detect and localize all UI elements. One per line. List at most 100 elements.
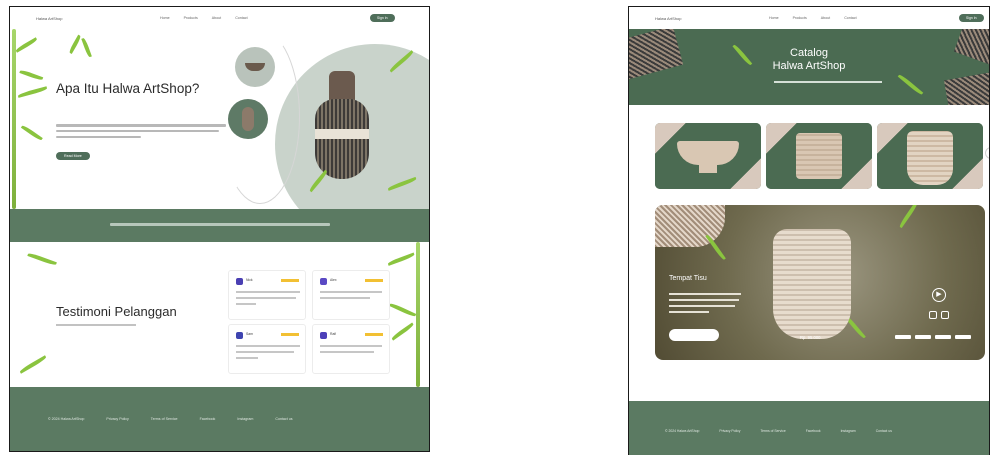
avatar	[236, 278, 243, 285]
footer-links: © 2024 Halwa ArtShop Privacy Policy Term…	[48, 417, 293, 421]
testimonial-card: Sam	[228, 324, 306, 374]
tagline-text	[110, 223, 330, 226]
navbar: Halwa ArtShop Home Products About Contac…	[10, 7, 429, 29]
sign-in-button[interactable]: Sign In	[959, 14, 984, 22]
bamboo-leaf-image	[898, 205, 919, 229]
hero-title: Apa Itu Halwa ArtShop?	[56, 81, 200, 96]
variant-option[interactable]	[915, 335, 931, 339]
social-icon[interactable]	[941, 311, 949, 319]
footer-copyright: © 2024 Halwa ArtShop	[48, 417, 85, 421]
footer-link-instagram[interactable]: Instagram	[841, 429, 856, 433]
nav-link-products[interactable]: Products	[184, 16, 198, 20]
read-more-button[interactable]: Read More	[56, 152, 90, 160]
product-card-basket[interactable]	[877, 123, 983, 189]
hero-section: Apa Itu Halwa ArtShop? Read More	[10, 29, 429, 244]
play-icon[interactable]: ▶	[932, 288, 946, 302]
avatar	[320, 332, 327, 339]
bamboo-leaf-image	[390, 322, 415, 341]
bamboo-leaf-image	[15, 37, 38, 53]
reviewer-name: Rafi	[330, 332, 337, 336]
catalog-hero-banner: Catalog Halwa ArtShop	[629, 29, 989, 105]
bamboo-leaf-image	[897, 73, 924, 96]
brand-logo[interactable]: Halwa ArtShop	[36, 16, 62, 21]
nav-link-contact[interactable]: Contact	[844, 16, 856, 20]
catalog-title: Catalog Halwa ArtShop	[629, 47, 989, 73]
variant-option[interactable]	[955, 335, 971, 339]
rating-stars	[281, 279, 299, 282]
catalog-title-line1: Catalog	[790, 47, 828, 59]
woven-texture-image	[655, 205, 725, 247]
footer-link-facebook[interactable]: Facebook	[806, 429, 821, 433]
bamboo-leaf-image	[387, 252, 415, 266]
woven-texture-image	[943, 70, 989, 105]
nav-link-about[interactable]: About	[212, 16, 221, 20]
product-thumbnail-bowl[interactable]	[235, 47, 275, 87]
chevron-right-icon[interactable]: ›	[985, 147, 989, 159]
bamboo-stalk-image	[416, 242, 420, 387]
bamboo-leaf-image	[19, 355, 47, 374]
variant-option[interactable]	[935, 335, 951, 339]
footer-links: © 2024 Halwa ArtShop Privacy Policy Term…	[665, 429, 892, 433]
tissue-basket-image	[773, 229, 851, 339]
footer-link-terms[interactable]: Terms of Service	[151, 417, 178, 421]
navbar: Halwa ArtShop Home Products About Contac…	[629, 7, 989, 29]
brand-logo[interactable]: Halwa ArtShop	[655, 16, 681, 21]
rattan-box-image	[796, 133, 842, 179]
reviewer-name: Alex	[330, 278, 337, 282]
nav-link-about[interactable]: About	[821, 16, 830, 20]
bamboo-stalk-image	[12, 29, 16, 209]
reviewer-name: Sam	[246, 332, 253, 336]
rattan-vase-image	[315, 71, 369, 181]
reviewer-name: Nick	[246, 278, 253, 282]
footer-link-privacy[interactable]: Privacy Policy	[106, 417, 128, 421]
footer-link-facebook[interactable]: Facebook	[200, 417, 216, 421]
catalog-page-mockup: Halwa ArtShop Home Products About Contac…	[628, 6, 990, 455]
footer-copyright: © 2024 Halwa ArtShop	[665, 429, 700, 433]
testimonial-card: Rafi	[312, 324, 390, 374]
rating-stars	[365, 333, 383, 336]
testimonial-title: Testimoni Pelanggan	[56, 304, 177, 319]
footer-link-instagram[interactable]: Instagram	[237, 417, 253, 421]
nav-link-home[interactable]: Home	[160, 16, 170, 20]
bamboo-leaf-image	[389, 302, 417, 318]
nav-links: Home Products About Contact	[769, 16, 857, 20]
testimonial-card: Nick	[228, 270, 306, 320]
catalog-title-line2: Halwa ArtShop	[772, 60, 846, 72]
variant-option[interactable]	[895, 335, 911, 339]
footer: © 2024 Halwa ArtShop Privacy Policy Term…	[629, 401, 989, 455]
testimonial-subtitle	[56, 324, 136, 327]
testimonial-section: Testimoni Pelanggan Nick Alex Sam Rafi	[10, 242, 429, 387]
footer: © 2024 Halwa ArtShop Privacy Policy Term…	[10, 387, 429, 451]
tagline-band	[10, 209, 429, 242]
rating-stars	[365, 279, 383, 282]
footer-link-contact[interactable]: Contact us	[275, 417, 292, 421]
product-thumbnail-vase[interactable]	[228, 99, 268, 139]
nav-link-contact[interactable]: Contact	[235, 16, 247, 20]
catalog-subtitle	[774, 81, 882, 84]
bamboo-leaf-image	[20, 124, 43, 142]
social-icon[interactable]	[929, 311, 937, 319]
homepage-mockup: Halwa ArtShop Home Products About Contac…	[9, 6, 430, 452]
nav-links: Home Products About Contact	[160, 16, 248, 20]
testimonial-card: Alex	[312, 270, 390, 320]
rating-stars	[281, 333, 299, 336]
footer-link-terms[interactable]: Terms of Service	[760, 429, 785, 433]
featured-product-banner: Tempat Tisu Rp. 95.000 ▶	[655, 205, 985, 360]
rattan-basket-image	[907, 131, 953, 185]
avatar	[320, 278, 327, 285]
bamboo-leaf-image	[17, 86, 48, 98]
bamboo-leaf-image	[68, 34, 82, 54]
bamboo-leaf-image	[27, 252, 57, 267]
product-card-bowl[interactable]	[655, 123, 761, 189]
featured-product-title: Tempat Tisu	[669, 275, 707, 282]
nav-link-home[interactable]: Home	[769, 16, 779, 20]
sign-in-button[interactable]: Sign In	[370, 14, 395, 22]
product-card-box[interactable]	[766, 123, 872, 189]
footer-link-privacy[interactable]: Privacy Policy	[719, 429, 740, 433]
mockup-canvas: Halwa ArtShop Home Products About Contac…	[0, 0, 1000, 455]
buy-now-button[interactable]	[669, 329, 719, 341]
product-price: Rp. 95.000	[800, 335, 821, 340]
bamboo-leaf-image	[19, 69, 44, 82]
nav-link-products[interactable]: Products	[793, 16, 807, 20]
footer-link-contact[interactable]: Contact us	[876, 429, 892, 433]
